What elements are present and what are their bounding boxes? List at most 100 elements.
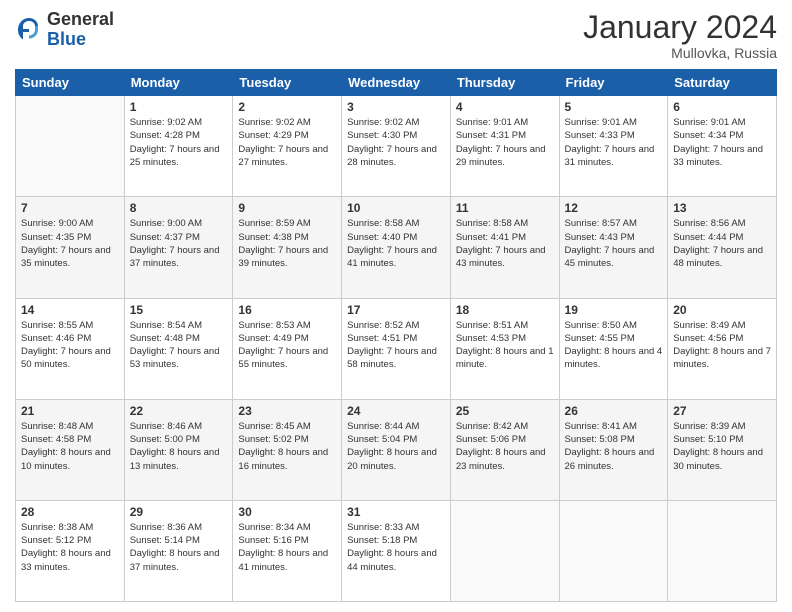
logo-general-text: General	[47, 10, 114, 30]
day-number-2-1: 15	[130, 303, 228, 317]
cell-3-6: 27 Sunrise: 8:39 AMSunset: 5:10 PMDayligh…	[668, 399, 777, 500]
day-info-3-6: Sunrise: 8:39 AMSunset: 5:10 PMDaylight:…	[673, 420, 771, 473]
col-monday: Monday	[124, 70, 233, 96]
header: General Blue January 2024 Mullovka, Russ…	[15, 10, 777, 61]
week-row-1: 7 Sunrise: 9:00 AMSunset: 4:35 PMDaylight…	[16, 197, 777, 298]
location: Mullovka, Russia	[583, 45, 777, 61]
col-saturday: Saturday	[668, 70, 777, 96]
col-sunday: Sunday	[16, 70, 125, 96]
cell-1-1: 8 Sunrise: 9:00 AMSunset: 4:37 PMDaylight…	[124, 197, 233, 298]
day-number-3-4: 25	[456, 404, 554, 418]
week-row-2: 14 Sunrise: 8:55 AMSunset: 4:46 PMDayligh…	[16, 298, 777, 399]
week-row-0: 1Sunrise: 9:02 AMSunset: 4:28 PMDaylight…	[16, 96, 777, 197]
title-block: January 2024 Mullovka, Russia	[583, 10, 777, 61]
day-number-2-3: 17	[347, 303, 445, 317]
calendar-body: 1Sunrise: 9:02 AMSunset: 4:28 PMDaylight…	[16, 96, 777, 602]
day-info-0-4: Sunrise: 9:01 AMSunset: 4:31 PMDaylight:…	[456, 116, 554, 169]
week-row-4: 28Sunrise: 8:38 AMSunset: 5:12 PMDayligh…	[16, 500, 777, 601]
cell-0-3: 3Sunrise: 9:02 AMSunset: 4:30 PMDaylight…	[342, 96, 451, 197]
cell-4-0: 28Sunrise: 8:38 AMSunset: 5:12 PMDayligh…	[16, 500, 125, 601]
cell-1-3: 10Sunrise: 8:58 AMSunset: 4:40 PMDayligh…	[342, 197, 451, 298]
header-row: Sunday Monday Tuesday Wednesday Thursday…	[16, 70, 777, 96]
day-number-3-2: 23	[238, 404, 336, 418]
day-number-3-6: 27	[673, 404, 771, 418]
cell-2-4: 18 Sunrise: 8:51 AMSunset: 4:53 PMDayligh…	[450, 298, 559, 399]
col-friday: Friday	[559, 70, 668, 96]
cell-0-2: 2 Sunrise: 9:02 AMSunset: 4:29 PMDaylight…	[233, 96, 342, 197]
day-info-2-5: Sunrise: 8:50 AMSunset: 4:55 PMDaylight:…	[565, 319, 663, 372]
cell-2-6: 20Sunrise: 8:49 AMSunset: 4:56 PMDayligh…	[668, 298, 777, 399]
day-info-1-1: Sunrise: 9:00 AMSunset: 4:37 PMDaylight:…	[130, 217, 228, 270]
col-wednesday: Wednesday	[342, 70, 451, 96]
day-info-2-4: Sunrise: 8:51 AMSunset: 4:53 PMDaylight:…	[456, 319, 554, 372]
day-info-3-2: Sunrise: 8:45 AMSunset: 5:02 PMDaylight:…	[238, 420, 336, 473]
day-info-0-2: Sunrise: 9:02 AMSunset: 4:29 PMDaylight:…	[238, 116, 336, 169]
day-number-1-0: 7	[21, 201, 119, 215]
day-number-1-5: 12	[565, 201, 663, 215]
day-number-1-2: 9	[238, 201, 336, 215]
day-number-4-1: 29	[130, 505, 228, 519]
logo-blue-text: Blue	[47, 30, 114, 50]
day-info-4-0: Sunrise: 8:38 AMSunset: 5:12 PMDaylight:…	[21, 521, 119, 574]
day-number-2-6: 20	[673, 303, 771, 317]
cell-4-1: 29Sunrise: 8:36 AMSunset: 5:14 PMDayligh…	[124, 500, 233, 601]
week-row-3: 21Sunrise: 8:48 AMSunset: 4:58 PMDayligh…	[16, 399, 777, 500]
day-number-2-2: 16	[238, 303, 336, 317]
day-number-0-2: 2	[238, 100, 336, 114]
cell-1-0: 7 Sunrise: 9:00 AMSunset: 4:35 PMDaylight…	[16, 197, 125, 298]
cell-1-2: 9 Sunrise: 8:59 AMSunset: 4:38 PMDaylight…	[233, 197, 342, 298]
cell-1-5: 12 Sunrise: 8:57 AMSunset: 4:43 PMDayligh…	[559, 197, 668, 298]
cell-3-3: 24Sunrise: 8:44 AMSunset: 5:04 PMDayligh…	[342, 399, 451, 500]
cell-0-6: 6 Sunrise: 9:01 AMSunset: 4:34 PMDaylight…	[668, 96, 777, 197]
page: General Blue January 2024 Mullovka, Russ…	[0, 0, 792, 612]
cell-2-5: 19 Sunrise: 8:50 AMSunset: 4:55 PMDayligh…	[559, 298, 668, 399]
day-number-0-6: 6	[673, 100, 771, 114]
day-info-0-6: Sunrise: 9:01 AMSunset: 4:34 PMDaylight:…	[673, 116, 771, 169]
day-number-3-5: 26	[565, 404, 663, 418]
day-info-2-0: Sunrise: 8:55 AMSunset: 4:46 PMDaylight:…	[21, 319, 119, 372]
day-info-2-2: Sunrise: 8:53 AMSunset: 4:49 PMDaylight:…	[238, 319, 336, 372]
day-info-4-2: Sunrise: 8:34 AMSunset: 5:16 PMDaylight:…	[238, 521, 336, 574]
cell-3-5: 26 Sunrise: 8:41 AMSunset: 5:08 PMDayligh…	[559, 399, 668, 500]
cell-4-4	[450, 500, 559, 601]
col-tuesday: Tuesday	[233, 70, 342, 96]
day-info-1-0: Sunrise: 9:00 AMSunset: 4:35 PMDaylight:…	[21, 217, 119, 270]
day-number-1-3: 10	[347, 201, 445, 215]
day-number-1-4: 11	[456, 201, 554, 215]
day-number-2-5: 19	[565, 303, 663, 317]
day-number-0-1: 1	[130, 100, 228, 114]
logo: General Blue	[15, 10, 114, 50]
cell-2-1: 15Sunrise: 8:54 AMSunset: 4:48 PMDayligh…	[124, 298, 233, 399]
day-number-2-4: 18	[456, 303, 554, 317]
cell-4-3: 31Sunrise: 8:33 AMSunset: 5:18 PMDayligh…	[342, 500, 451, 601]
day-info-1-5: Sunrise: 8:57 AMSunset: 4:43 PMDaylight:…	[565, 217, 663, 270]
day-number-0-4: 4	[456, 100, 554, 114]
cell-1-6: 13Sunrise: 8:56 AMSunset: 4:44 PMDayligh…	[668, 197, 777, 298]
cell-2-0: 14 Sunrise: 8:55 AMSunset: 4:46 PMDayligh…	[16, 298, 125, 399]
calendar: Sunday Monday Tuesday Wednesday Thursday…	[15, 69, 777, 602]
calendar-header: Sunday Monday Tuesday Wednesday Thursday…	[16, 70, 777, 96]
day-number-1-6: 13	[673, 201, 771, 215]
day-info-0-5: Sunrise: 9:01 AMSunset: 4:33 PMDaylight:…	[565, 116, 663, 169]
day-info-3-4: Sunrise: 8:42 AMSunset: 5:06 PMDaylight:…	[456, 420, 554, 473]
day-info-3-5: Sunrise: 8:41 AMSunset: 5:08 PMDaylight:…	[565, 420, 663, 473]
cell-0-0	[16, 96, 125, 197]
cell-0-1: 1Sunrise: 9:02 AMSunset: 4:28 PMDaylight…	[124, 96, 233, 197]
cell-2-3: 17Sunrise: 8:52 AMSunset: 4:51 PMDayligh…	[342, 298, 451, 399]
cell-4-5	[559, 500, 668, 601]
cell-2-2: 16 Sunrise: 8:53 AMSunset: 4:49 PMDayligh…	[233, 298, 342, 399]
cell-0-4: 4 Sunrise: 9:01 AMSunset: 4:31 PMDaylight…	[450, 96, 559, 197]
cell-4-6	[668, 500, 777, 601]
day-number-3-0: 21	[21, 404, 119, 418]
month-title: January 2024	[583, 10, 777, 45]
day-number-4-3: 31	[347, 505, 445, 519]
cell-3-1: 22Sunrise: 8:46 AMSunset: 5:00 PMDayligh…	[124, 399, 233, 500]
day-number-2-0: 14	[21, 303, 119, 317]
logo-icon	[15, 16, 43, 44]
day-info-1-2: Sunrise: 8:59 AMSunset: 4:38 PMDaylight:…	[238, 217, 336, 270]
day-info-0-3: Sunrise: 9:02 AMSunset: 4:30 PMDaylight:…	[347, 116, 445, 169]
day-number-1-1: 8	[130, 201, 228, 215]
logo-text: General Blue	[47, 10, 114, 50]
day-number-3-3: 24	[347, 404, 445, 418]
cell-3-2: 23 Sunrise: 8:45 AMSunset: 5:02 PMDayligh…	[233, 399, 342, 500]
